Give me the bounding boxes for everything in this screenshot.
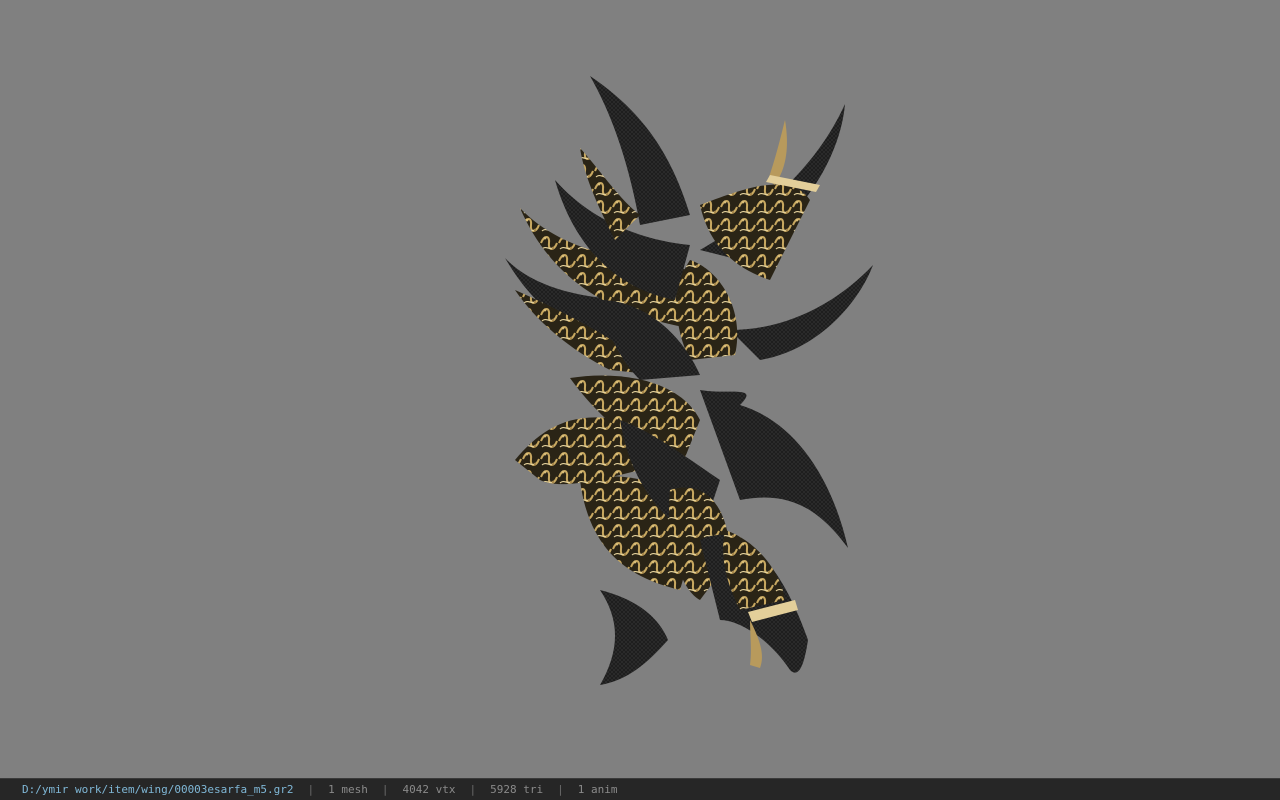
file-path: D:/ymir work/item/wing/00003esarfa_m5.gr…	[22, 783, 294, 796]
mesh-count: 1 mesh	[328, 783, 368, 796]
vertex-count: 4042 vtx	[402, 783, 456, 796]
separator: |	[469, 783, 477, 796]
upper-wing	[505, 76, 873, 380]
anim-count: 1 anim	[577, 783, 618, 796]
separator: |	[557, 783, 564, 796]
triangle-count: 5928 tri	[490, 783, 544, 796]
3d-viewport[interactable]	[0, 0, 1280, 778]
separator: |	[381, 783, 389, 796]
lower-wing	[515, 375, 848, 685]
separator: |	[307, 783, 315, 796]
wing-model-render[interactable]	[0, 0, 1280, 778]
status-bar: D:/ymir work/item/wing/00003esarfa_m5.gr…	[0, 778, 1280, 800]
